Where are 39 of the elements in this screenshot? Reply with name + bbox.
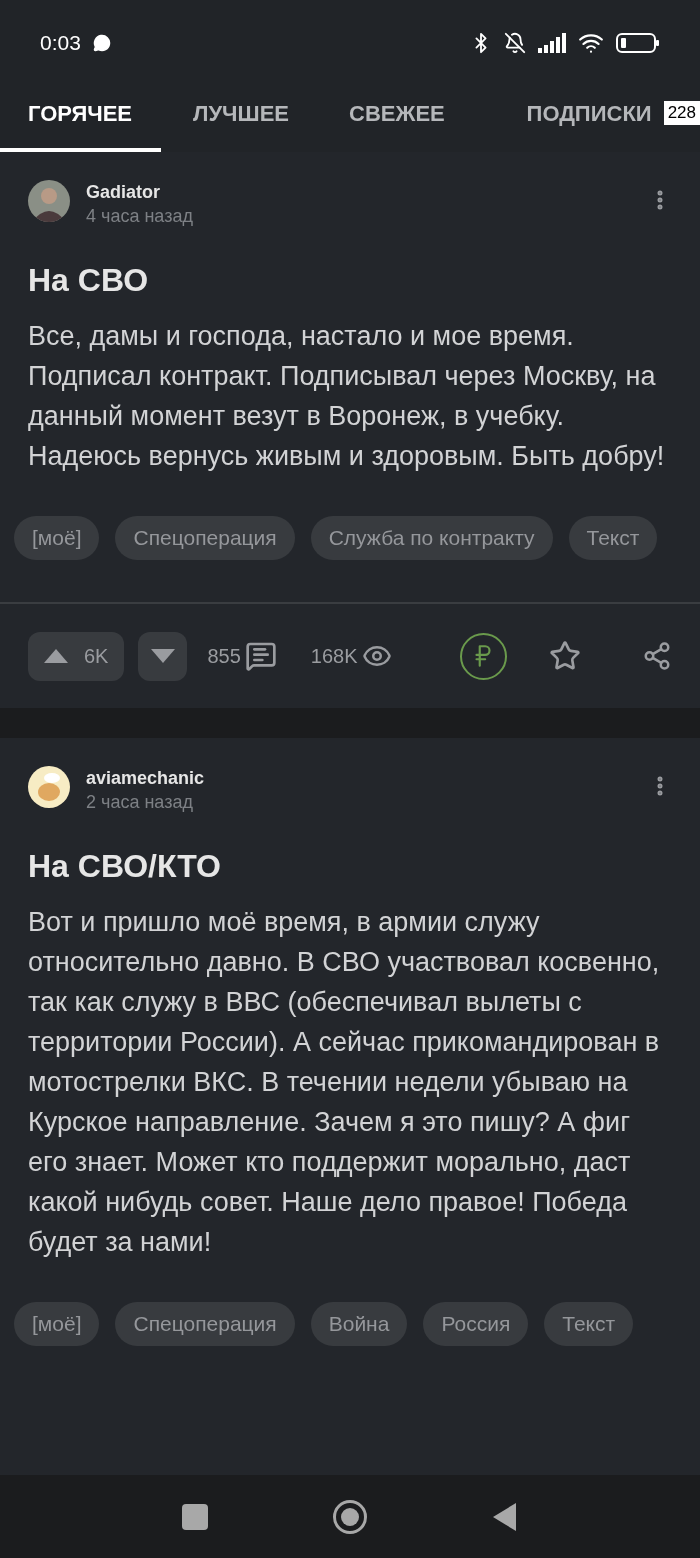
post-title[interactable]: На СВО/КТО (0, 846, 700, 886)
view-count: 168K (310, 644, 358, 669)
count-badge: 228 (663, 101, 700, 125)
star-icon[interactable] (548, 640, 581, 672)
battery-icon (616, 33, 660, 53)
author-name[interactable]: Gadiator (86, 180, 193, 204)
comment-icon[interactable] (244, 640, 277, 672)
message-icon (92, 34, 111, 52)
tag[interactable]: [моё] (14, 516, 100, 560)
post-body: Вот и пришло моё время, в армии служу относительно давно. В СВО участвовал косвенно, так как служу в ВВС (обеспечивал вылеты с территории России). А сейчас прикомандирован в мотострелки ВКС. В течении недели убываю на Курское направление. Зачем я это пишу? А фиг его знает. Может кто поддержит морально, даст какой нибудь совет. Наше дело правое! Победа будет за нами! (27, 906, 661, 1259)
recent-apps-button[interactable] (182, 1503, 208, 1530)
tab[interactable]: ПОДПИСКИ 228 (526, 78, 700, 152)
author-name[interactable]: aviamechanic (86, 766, 205, 790)
tag[interactable]: Россия (423, 1302, 529, 1346)
tab[interactable]: СВЕЖЕЕ (321, 78, 473, 152)
upvote-button[interactable]: 6K (28, 631, 125, 681)
tag[interactable]: Спецоперация (115, 516, 295, 560)
share-icon[interactable] (642, 641, 672, 671)
post-title[interactable]: На СВО (0, 260, 700, 300)
bell-off-icon (504, 32, 526, 54)
tag[interactable]: Служба по контракту (310, 516, 553, 560)
comment-count[interactable]: 855 (207, 641, 241, 671)
down-triangle-icon (150, 649, 175, 663)
post-body: Все, дамы и господа, настало и мое время. Подписал контракт. Подписывал через Москву, на данный момент везут в Воронеж, в учебку. Надеюсь вернусь живым и здоровым. Быть добру! (27, 320, 666, 473)
up-triangle-icon (44, 649, 68, 663)
tag[interactable]: [моё] (14, 1302, 100, 1346)
tab[interactable]: ЛУЧШЕЕ (165, 78, 318, 152)
status-time: 0:03 (40, 30, 81, 57)
back-button[interactable] (492, 1501, 518, 1532)
post-time: 2 часа назад (86, 791, 194, 814)
tag[interactable]: Война (310, 1302, 408, 1346)
tag[interactable]: Текст (544, 1302, 634, 1346)
downvote-button[interactable] (138, 631, 188, 681)
ruble-icon[interactable] (459, 632, 507, 680)
tag[interactable]: Спецоперация (115, 1302, 295, 1346)
home-button[interactable] (332, 1498, 368, 1535)
signal-icon (538, 33, 566, 53)
post-time: 4 часа назад (86, 205, 193, 228)
tag[interactable]: Текст (568, 516, 658, 560)
